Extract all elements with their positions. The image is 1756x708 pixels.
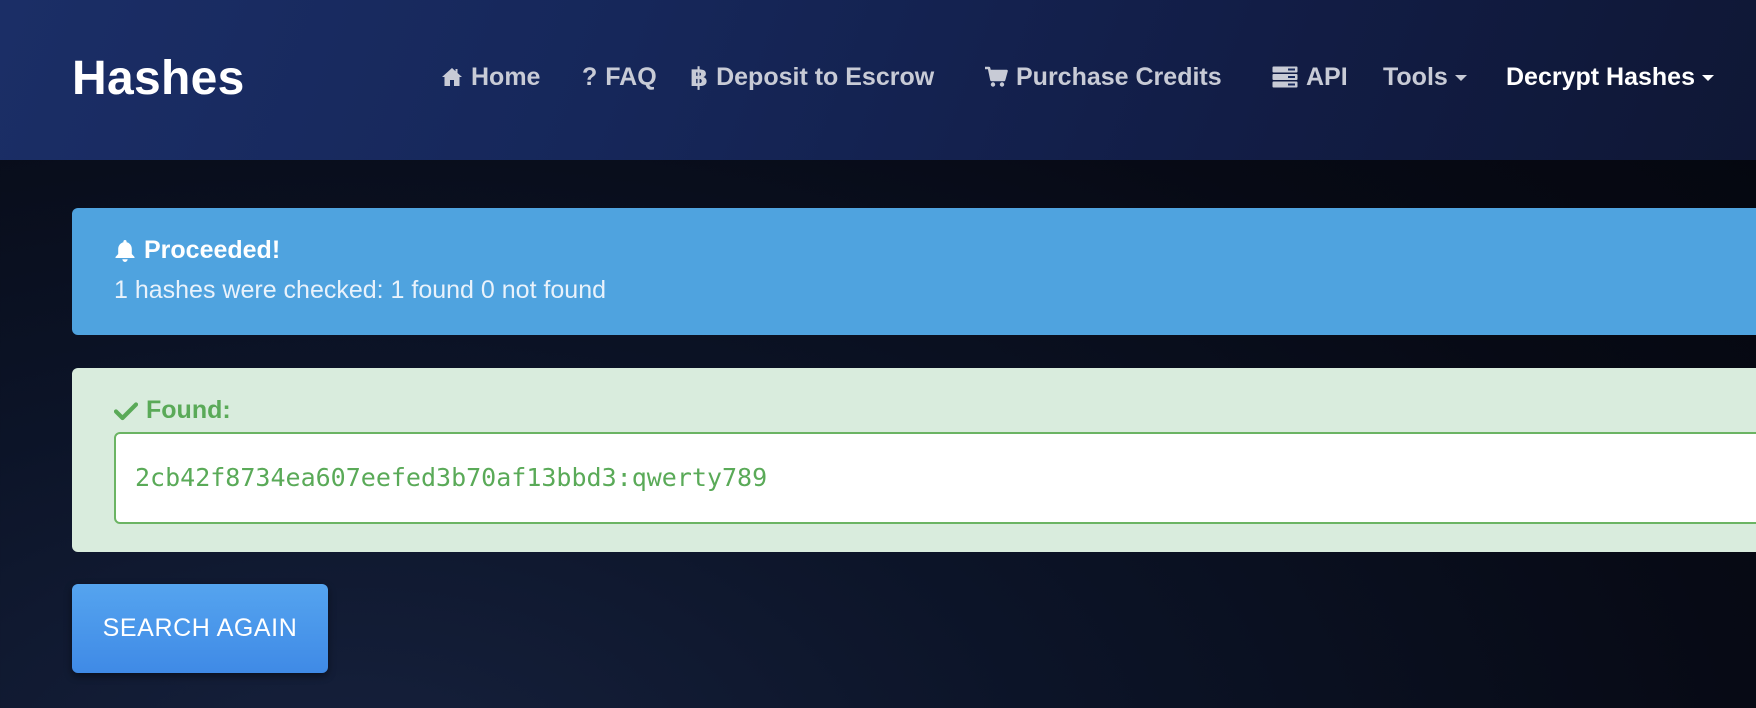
navbar: Hashes Home ? FAQ ฿ Deposit to Escrow Pu… — [0, 0, 1756, 160]
bitcoin-icon: ฿ — [690, 61, 709, 92]
nav-purchase-credits-link[interactable]: Purchase Credits — [984, 60, 1222, 94]
found-label-text: Found: — [146, 396, 231, 424]
nav-faq-link[interactable]: ? FAQ — [582, 60, 657, 94]
nav-tools-dropdown[interactable]: Tools — [1383, 60, 1467, 94]
nav-deposit-link[interactable]: ฿ Deposit to Escrow — [690, 60, 934, 94]
home-icon — [441, 67, 463, 87]
nav-purchase-credits-label: Purchase Credits — [1016, 62, 1222, 91]
alert-title-text: Proceeded! — [144, 236, 281, 264]
question-icon: ? — [582, 62, 598, 91]
found-result-panel: Found: 2cb42f8734ea607eefed3b70af13bbd3:… — [72, 368, 1756, 552]
found-label: Found: — [114, 396, 231, 425]
nav-home-link[interactable]: Home — [441, 60, 540, 94]
chevron-down-icon — [1454, 75, 1467, 81]
nav-home-label: Home — [471, 62, 541, 91]
nav-tools-label: Tools — [1383, 62, 1448, 91]
chevron-down-icon — [1701, 75, 1714, 81]
bell-icon — [114, 239, 136, 263]
alert-message: 1 hashes were checked: 1 found 0 not fou… — [114, 276, 607, 304]
nav-decrypt-hashes-label: Decrypt Hashes — [1506, 62, 1695, 91]
nav-api-label: API — [1306, 62, 1348, 91]
server-icon — [1272, 66, 1298, 88]
nav-api-link[interactable]: API — [1272, 60, 1348, 94]
nav-deposit-label: Deposit to Escrow — [716, 62, 935, 91]
nav-decrypt-hashes-dropdown[interactable]: Decrypt Hashes — [1506, 60, 1714, 94]
nav-faq-label: FAQ — [605, 62, 657, 91]
info-alert: Proceeded! 1 hashes were checked: 1 foun… — [72, 208, 1756, 335]
cart-icon — [984, 66, 1008, 88]
search-again-button[interactable]: SEARCH AGAIN — [72, 584, 328, 673]
brand-logo[interactable]: Hashes — [72, 50, 245, 108]
alert-title: Proceeded! — [114, 236, 280, 265]
check-icon — [114, 401, 138, 421]
found-hash-result-field[interactable]: 2cb42f8734ea607eefed3b70af13bbd3:qwerty7… — [114, 432, 1756, 524]
